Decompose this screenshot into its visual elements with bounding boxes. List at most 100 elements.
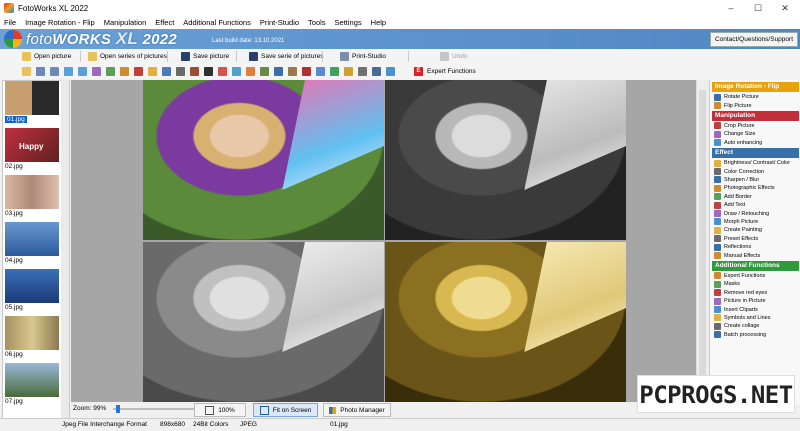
menu-effect[interactable]: Effect xyxy=(151,18,179,27)
panel-item[interactable]: Picture in Picture xyxy=(712,297,799,305)
thumbnail-item[interactable]: 05.jpg xyxy=(3,269,61,313)
preset-icon[interactable] xyxy=(260,67,269,76)
panel-item[interactable]: Manual Effects xyxy=(712,251,799,260)
text-icon[interactable] xyxy=(204,67,213,76)
mirror-icon[interactable] xyxy=(78,67,87,76)
save-series-button[interactable]: Save serie of pictures xyxy=(249,51,324,62)
flip-icon[interactable] xyxy=(64,67,73,76)
panel-item[interactable]: Reflections xyxy=(712,243,799,251)
print-studio-button[interactable]: Print-Studio xyxy=(340,51,386,62)
save-picture-button[interactable]: Save picture xyxy=(181,51,229,62)
collage-icon[interactable] xyxy=(344,67,353,76)
draw-icon[interactable] xyxy=(218,67,227,76)
panel-section-header[interactable]: Image Rotation - Flip xyxy=(712,82,799,92)
scrollbar-thumb[interactable] xyxy=(699,90,706,382)
painting-icon[interactable] xyxy=(246,67,255,76)
canvas-scrollbar[interactable] xyxy=(696,80,709,402)
expert-functions-button[interactable]: E Expert Functions xyxy=(414,66,476,77)
camera-icon[interactable] xyxy=(176,67,185,76)
undo-button[interactable]: Undo xyxy=(440,51,468,62)
batch-icon[interactable] xyxy=(358,67,367,76)
menu-file[interactable]: File xyxy=(0,18,21,27)
thumbnail-scrollbar[interactable] xyxy=(61,80,69,418)
panel-item-label: Photographic Effects xyxy=(724,185,775,192)
thumbnail-item[interactable]: 06.jpg xyxy=(3,316,61,360)
panel-item[interactable]: Photographic Effects xyxy=(712,184,799,192)
panel-item[interactable]: Change Size xyxy=(712,130,799,138)
photo-manager-button[interactable]: Photo Manager xyxy=(323,403,391,417)
panel-item[interactable]: Crop Picture xyxy=(712,122,799,130)
thumbnail-item[interactable]: Happy 02.jpg xyxy=(3,128,61,172)
panel-section-header[interactable]: Effect xyxy=(712,148,799,158)
panel-item[interactable]: Rotate Picture xyxy=(712,93,799,101)
fit-on-screen-button[interactable]: Fit on Screen xyxy=(253,403,318,417)
panel-item[interactable]: Color Correction xyxy=(712,167,799,176)
open-icon[interactable] xyxy=(22,67,31,76)
contact-support-button[interactable]: Contact/Questions/Support xyxy=(709,32,798,47)
panel-item[interactable]: Add Border xyxy=(712,193,799,201)
close-button[interactable]: ✕ xyxy=(772,0,798,16)
panel-item-label: Create collage xyxy=(724,323,760,330)
panel-item[interactable]: Batch processing xyxy=(712,331,799,339)
maximize-button[interactable]: ☐ xyxy=(745,0,771,16)
thumbnail-item[interactable]: 01.jpg xyxy=(3,81,61,125)
panel-item[interactable]: Add Text xyxy=(712,201,799,209)
panel-item[interactable]: Morph Picture xyxy=(712,218,799,226)
panel-item[interactable]: Sharpen / Blur xyxy=(712,176,799,184)
mask-icon[interactable] xyxy=(288,67,297,76)
panel-item[interactable]: Auto enhancing xyxy=(712,139,799,147)
rotate-right-icon[interactable] xyxy=(50,67,59,76)
panel-item[interactable]: Expert Functions xyxy=(712,272,799,280)
menu-image-rotation[interactable]: Image Rotation - Flip xyxy=(21,18,100,27)
pencil-icon[interactable] xyxy=(134,67,143,76)
panel-item[interactable]: Insert Cliparts xyxy=(712,305,799,314)
reflection-icon[interactable] xyxy=(274,67,283,76)
menu-settings[interactable]: Settings xyxy=(331,18,367,27)
panel-item-label: Draw / Retouching xyxy=(724,210,770,217)
menu-tools[interactable]: Tools xyxy=(304,18,331,27)
menu-additional-functions[interactable]: Additional Functions xyxy=(179,18,256,27)
panel-section-header[interactable]: Manipulation xyxy=(712,110,799,121)
panel-item-label: Reflections xyxy=(724,244,752,251)
panel-item[interactable]: Draw / Retouching xyxy=(712,209,799,218)
border-icon[interactable] xyxy=(190,67,199,76)
menu-help[interactable]: Help xyxy=(367,18,391,27)
photo-preview[interactable] xyxy=(143,80,626,402)
panel-item[interactable]: Flip Picture xyxy=(712,101,799,110)
zoom-slider-track[interactable] xyxy=(113,405,201,413)
rotate-left-icon[interactable] xyxy=(36,67,45,76)
zoom-100-button[interactable]: 100% xyxy=(194,403,246,417)
minimize-button[interactable]: – xyxy=(718,0,744,16)
thumbnail-item[interactable]: 04.jpg xyxy=(3,222,61,266)
open-series-button[interactable]: Open series of pictures xyxy=(88,51,167,62)
panel-section-header[interactable]: Additional Functions xyxy=(712,260,799,271)
sharpen-icon[interactable] xyxy=(162,67,171,76)
thumbnail-item[interactable]: 03.jpg xyxy=(3,175,61,219)
panel-item[interactable]: Remove red eyes xyxy=(712,289,799,297)
panel-item[interactable]: Symbols and Lines xyxy=(712,314,799,322)
clipart-icon[interactable] xyxy=(330,67,339,76)
panel-item[interactable]: Create collage xyxy=(712,322,799,330)
panel-item-icon xyxy=(714,184,721,192)
pip-icon[interactable] xyxy=(316,67,325,76)
morph-icon[interactable] xyxy=(232,67,241,76)
build-date: Last build date: 13.10.2021 xyxy=(212,38,285,44)
thumbnail-item[interactable]: 07.jpg xyxy=(3,363,61,407)
color-icon[interactable] xyxy=(148,67,157,76)
zoom-slider-thumb[interactable] xyxy=(116,405,121,413)
resize-icon[interactable] xyxy=(106,67,115,76)
menu-print-studio[interactable]: Print-Studio xyxy=(256,18,304,27)
crop-icon[interactable] xyxy=(92,67,101,76)
panel-item[interactable]: Create Painting xyxy=(712,226,799,234)
red-eye-icon[interactable] xyxy=(302,67,311,76)
panel-item[interactable]: Brightness/ Contrast/ Color xyxy=(712,159,799,167)
brightness-icon[interactable] xyxy=(120,67,129,76)
panel-item[interactable]: Preset Effects xyxy=(712,235,799,243)
brand-banner: fotoWORKS XL 2022 Last build date: 13.10… xyxy=(0,29,800,49)
help-icon[interactable] xyxy=(386,67,395,76)
thumbnail-image xyxy=(5,316,59,350)
menu-manipulation[interactable]: Manipulation xyxy=(100,18,152,27)
open-picture-button[interactable]: Open picture xyxy=(22,51,71,62)
panel-item[interactable]: Masks xyxy=(712,280,799,288)
settings-icon[interactable] xyxy=(372,67,381,76)
